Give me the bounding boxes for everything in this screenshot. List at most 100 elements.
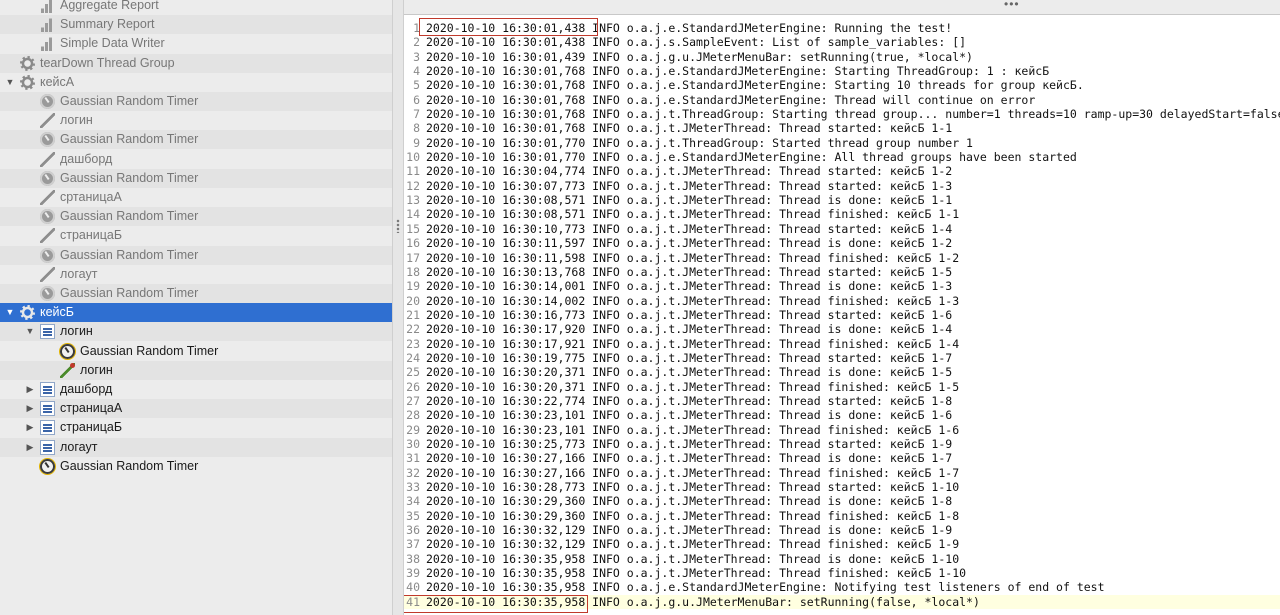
log-line[interactable]: 4 2020-10-10 16:30:01,768 INFO o.a.j.e.St…	[404, 64, 1280, 78]
log-line-text: 2020-10-10 16:30:08,571 INFO o.a.j.t.JMe…	[426, 207, 960, 222]
expand-arrow-down-icon[interactable]: ▼	[4, 73, 16, 92]
log-line[interactable]: 27 2020-10-10 16:30:22,774 INFO o.a.j.t.J…	[404, 394, 1280, 408]
log-text-area[interactable]: 1 2020-10-10 16:30:01,438 INFO o.a.j.e.St…	[404, 21, 1280, 610]
log-line[interactable]: 22 2020-10-10 16:30:17,920 INFO o.a.j.t.J…	[404, 322, 1280, 336]
log-line[interactable]: 17 2020-10-10 16:30:11,598 INFO o.a.j.t.J…	[404, 251, 1280, 265]
tree-node[interactable]: Simple Data Writer	[0, 34, 392, 53]
log-line[interactable]: 28 2020-10-10 16:30:23,101 INFO o.a.j.t.J…	[404, 408, 1280, 422]
tree-node[interactable]: дашборд	[0, 150, 392, 169]
tree-node[interactable]: ▶ дашборд	[0, 380, 392, 399]
line-number: 27	[406, 393, 420, 408]
tree-node-label: Gaussian Random Timer	[80, 343, 219, 358]
log-line[interactable]: 8 2020-10-10 16:30:01,768 INFO o.a.j.t.JM…	[404, 121, 1280, 135]
log-line[interactable]: 15 2020-10-10 16:30:10,773 INFO o.a.j.t.J…	[404, 222, 1280, 236]
log-line[interactable]: 38 2020-10-10 16:30:35,958 INFO o.a.j.t.J…	[404, 552, 1280, 566]
log-line[interactable]: 5 2020-10-10 16:30:01,768 INFO o.a.j.e.St…	[404, 78, 1280, 92]
log-line[interactable]: 34 2020-10-10 16:30:29,360 INFO o.a.j.t.J…	[404, 494, 1280, 508]
log-line[interactable]: 25 2020-10-10 16:30:20,371 INFO o.a.j.t.J…	[404, 365, 1280, 379]
expand-arrow-down-icon[interactable]: ▼	[24, 322, 36, 341]
tree-node[interactable]: tearDown Thread Group	[0, 53, 392, 73]
report-chart-icon	[40, 17, 55, 33]
log-line[interactable]: 32 2020-10-10 16:30:27,166 INFO o.a.j.t.J…	[404, 466, 1280, 480]
log-line[interactable]: 16 2020-10-10 16:30:11,597 INFO o.a.j.t.J…	[404, 236, 1280, 250]
log-line[interactable]: 30 2020-10-10 16:30:25,773 INFO o.a.j.t.J…	[404, 437, 1280, 451]
log-line[interactable]: 40 2020-10-10 16:30:35,958 INFO o.a.j.e.S…	[404, 580, 1280, 594]
log-line[interactable]: 37 2020-10-10 16:30:32,129 INFO o.a.j.t.J…	[404, 537, 1280, 551]
log-line[interactable]: 39 2020-10-10 16:30:35,958 INFO o.a.j.t.J…	[404, 566, 1280, 580]
log-line[interactable]: 29 2020-10-10 16:30:23,101 INFO o.a.j.t.J…	[404, 423, 1280, 437]
drag-handle-icon[interactable]: •••	[1004, 0, 1020, 10]
tree-node[interactable]: Summary Report	[0, 15, 392, 35]
expand-arrow-right-icon[interactable]: ▶	[24, 399, 36, 418]
line-number: 12	[406, 178, 420, 193]
line-number: 14	[406, 207, 420, 222]
log-line[interactable]: 23 2020-10-10 16:30:17,921 INFO o.a.j.t.J…	[404, 337, 1280, 351]
log-line[interactable]: 2 2020-10-10 16:30:01,438 INFO o.a.j.s.Sa…	[404, 35, 1280, 49]
tree-node-label: сртаницаА	[60, 190, 122, 204]
tree-node[interactable]: ▼ логин	[0, 322, 392, 342]
tree-node[interactable]: логаут	[0, 265, 392, 284]
log-line[interactable]: 9 2020-10-10 16:30:01,770 INFO o.a.j.t.Th…	[404, 136, 1280, 150]
timer-icon	[40, 170, 55, 186]
tree-node[interactable]: Gaussian Random Timer	[0, 284, 392, 303]
tree-node[interactable]: ▼ кейсБ	[0, 303, 392, 323]
log-line[interactable]: 12 2020-10-10 16:30:07,773 INFO o.a.j.t.J…	[404, 179, 1280, 193]
tree-node[interactable]: логин	[0, 111, 392, 130]
log-line-text: 2020-10-10 16:30:20,371 INFO o.a.j.t.JMe…	[426, 365, 953, 380]
pane-splitter[interactable]	[392, 0, 404, 615]
log-line-text: 2020-10-10 16:30:01,770 INFO o.a.j.t.Thr…	[426, 135, 973, 150]
splitter-grip-icon[interactable]	[396, 219, 400, 233]
log-line[interactable]: 26 2020-10-10 16:30:20,371 INFO o.a.j.t.J…	[404, 380, 1280, 394]
tree-node[interactable]: ▶ страницаБ	[0, 418, 392, 437]
tree-node[interactable]: страницаБ	[0, 226, 392, 245]
log-line[interactable]: 33 2020-10-10 16:30:28,773 INFO o.a.j.t.J…	[404, 480, 1280, 494]
log-line[interactable]: 35 2020-10-10 16:30:29,360 INFO o.a.j.t.J…	[404, 509, 1280, 523]
timer-icon	[40, 458, 55, 474]
log-line[interactable]: 21 2020-10-10 16:30:16,773 INFO o.a.j.t.J…	[404, 308, 1280, 322]
expand-arrow-right-icon[interactable]: ▶	[24, 418, 36, 437]
tree-node[interactable]: Gaussian Random Timer	[0, 342, 392, 361]
line-number: 21	[406, 307, 420, 322]
log-line[interactable]: 7 2020-10-10 16:30:01,768 INFO o.a.j.t.Th…	[404, 107, 1280, 121]
tree-node[interactable]: логин	[0, 360, 392, 380]
log-line[interactable]: 3 2020-10-10 16:30:01,439 INFO o.a.j.g.u.…	[404, 50, 1280, 64]
log-line[interactable]: 19 2020-10-10 16:30:14,001 INFO o.a.j.t.J…	[404, 279, 1280, 293]
tree-node[interactable]: сртаницаА	[0, 188, 392, 207]
tree-node[interactable]: Gaussian Random Timer	[0, 168, 392, 188]
expand-arrow-right-icon[interactable]: ▶	[24, 380, 36, 399]
tree-node[interactable]: Aggregate Report	[0, 0, 392, 15]
log-line[interactable]: 31 2020-10-10 16:30:27,166 INFO o.a.j.t.J…	[404, 451, 1280, 465]
tree-node[interactable]: Gaussian Random Timer	[0, 457, 392, 476]
tree-node[interactable]: Gaussian Random Timer	[0, 130, 392, 150]
log-line-text: 2020-10-10 16:30:01,768 INFO o.a.j.t.Thr…	[426, 107, 1280, 122]
tree-node[interactable]: Gaussian Random Timer	[0, 207, 392, 227]
line-number: 38	[406, 551, 420, 566]
log-panel-divider[interactable]: •••	[404, 0, 1280, 15]
log-line[interactable]: 36 2020-10-10 16:30:32,129 INFO o.a.j.t.J…	[404, 523, 1280, 537]
log-line[interactable]: 6 2020-10-10 16:30:01,768 INFO o.a.j.e.St…	[404, 93, 1280, 107]
log-line[interactable]: 1 2020-10-10 16:30:01,438 INFO o.a.j.e.St…	[404, 21, 1280, 35]
log-line[interactable]: 13 2020-10-10 16:30:08,571 INFO o.a.j.t.J…	[404, 193, 1280, 207]
log-line[interactable]: 24 2020-10-10 16:30:19,775 INFO o.a.j.t.J…	[404, 351, 1280, 365]
log-line[interactable]: 11 2020-10-10 16:30:04,774 INFO o.a.j.t.J…	[404, 164, 1280, 178]
line-number: 40	[406, 580, 420, 595]
log-line[interactable]: 20 2020-10-10 16:30:14,002 INFO o.a.j.t.J…	[404, 294, 1280, 308]
line-number: 39	[406, 566, 420, 581]
test-plan-tree[interactable]: Aggregate Report Summary Report Simple Dat…	[0, 0, 392, 615]
tree-node[interactable]: ▼ кейсА	[0, 73, 392, 92]
expand-arrow-right-icon[interactable]: ▶	[24, 438, 36, 457]
log-line[interactable]: 41 2020-10-10 16:30:35,958 INFO o.a.j.g.u…	[404, 594, 1280, 610]
tree-node[interactable]: ▶ логаут	[0, 437, 392, 457]
tree-node[interactable]: ▶ страницаА	[0, 399, 392, 419]
timer-icon	[40, 132, 55, 148]
log-line[interactable]: 10 2020-10-10 16:30:01,770 INFO o.a.j.e.S…	[404, 150, 1280, 164]
line-number: 36	[406, 523, 420, 538]
tree-node[interactable]: Gaussian Random Timer	[0, 245, 392, 265]
transaction-controller-icon	[40, 439, 55, 455]
line-number: 24	[406, 350, 420, 365]
log-line-text: 2020-10-10 16:30:20,371 INFO o.a.j.t.JMe…	[426, 379, 960, 394]
expand-arrow-down-icon[interactable]: ▼	[4, 303, 16, 322]
log-line[interactable]: 18 2020-10-10 16:30:13,768 INFO o.a.j.t.J…	[404, 265, 1280, 279]
tree-node[interactable]: Gaussian Random Timer	[0, 92, 392, 111]
log-line[interactable]: 14 2020-10-10 16:30:08,571 INFO o.a.j.t.J…	[404, 207, 1280, 221]
